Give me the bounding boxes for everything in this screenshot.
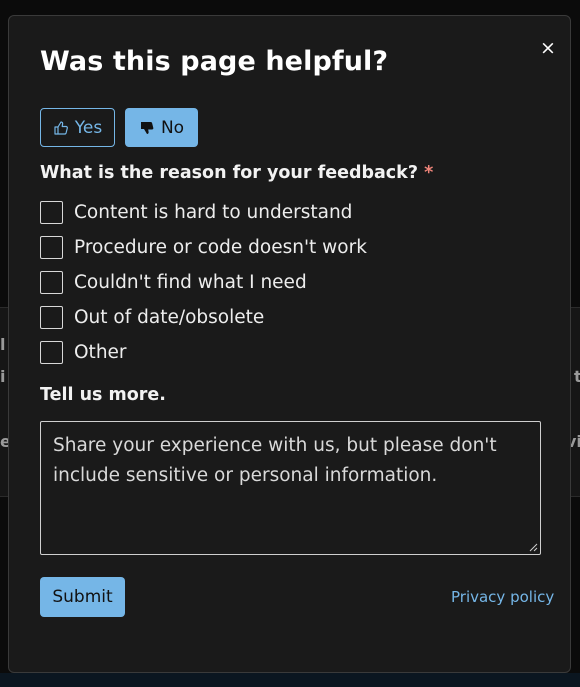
option-label: Other — [74, 341, 127, 363]
checkbox[interactable] — [40, 340, 63, 364]
option-label: Procedure or code doesn't work — [74, 236, 367, 258]
textarea-placeholder: Share your experience with us, but pleas… — [53, 435, 497, 486]
checkbox[interactable] — [40, 270, 63, 294]
thumbs-down-icon — [139, 120, 155, 136]
close-button[interactable]: × — [537, 36, 559, 60]
dialog-title: Was this page helpful? — [40, 46, 389, 77]
required-marker: * — [424, 163, 434, 183]
option-hard-to-understand[interactable]: Content is hard to understand — [40, 199, 352, 225]
backdrop-text-fragment: t — [574, 367, 580, 386]
privacy-policy-link[interactable]: Privacy policy — [451, 588, 554, 606]
yes-label: Yes — [74, 117, 103, 138]
feedback-dialog: Was this page helpful? × Yes No What is … — [8, 15, 571, 673]
checkbox[interactable] — [40, 235, 63, 259]
resize-grip-icon[interactable] — [529, 543, 538, 552]
option-label: Content is hard to understand — [74, 201, 353, 223]
submit-button[interactable]: Submit — [40, 577, 125, 617]
checkbox[interactable] — [40, 305, 63, 329]
tell-us-more-label: Tell us more. — [40, 385, 166, 405]
question-text: What is the reason for your feedback? — [40, 163, 418, 183]
option-couldnt-find[interactable]: Couldn't find what I need — [40, 269, 307, 295]
close-icon: × — [540, 37, 556, 59]
yes-button[interactable]: Yes — [40, 108, 115, 147]
checkbox[interactable] — [40, 200, 63, 224]
thumbs-up-icon — [53, 120, 69, 136]
option-code-doesnt-work[interactable]: Procedure or code doesn't work — [40, 234, 367, 260]
option-label: Couldn't find what I need — [74, 271, 307, 293]
feedback-question: What is the reason for your feedback? * — [40, 163, 433, 183]
option-label: Out of date/obsolete — [74, 306, 265, 328]
no-label: No — [160, 117, 185, 138]
backdrop-text-fragment: l — [0, 335, 6, 354]
option-out-of-date[interactable]: Out of date/obsolete — [40, 304, 264, 330]
backdrop-text-fragment: i — [0, 367, 6, 386]
backdrop-footer — [0, 673, 580, 687]
no-button[interactable]: No — [125, 108, 198, 147]
option-other[interactable]: Other — [40, 339, 127, 365]
feedback-textarea[interactable]: Share your experience with us, but pleas… — [40, 421, 541, 555]
